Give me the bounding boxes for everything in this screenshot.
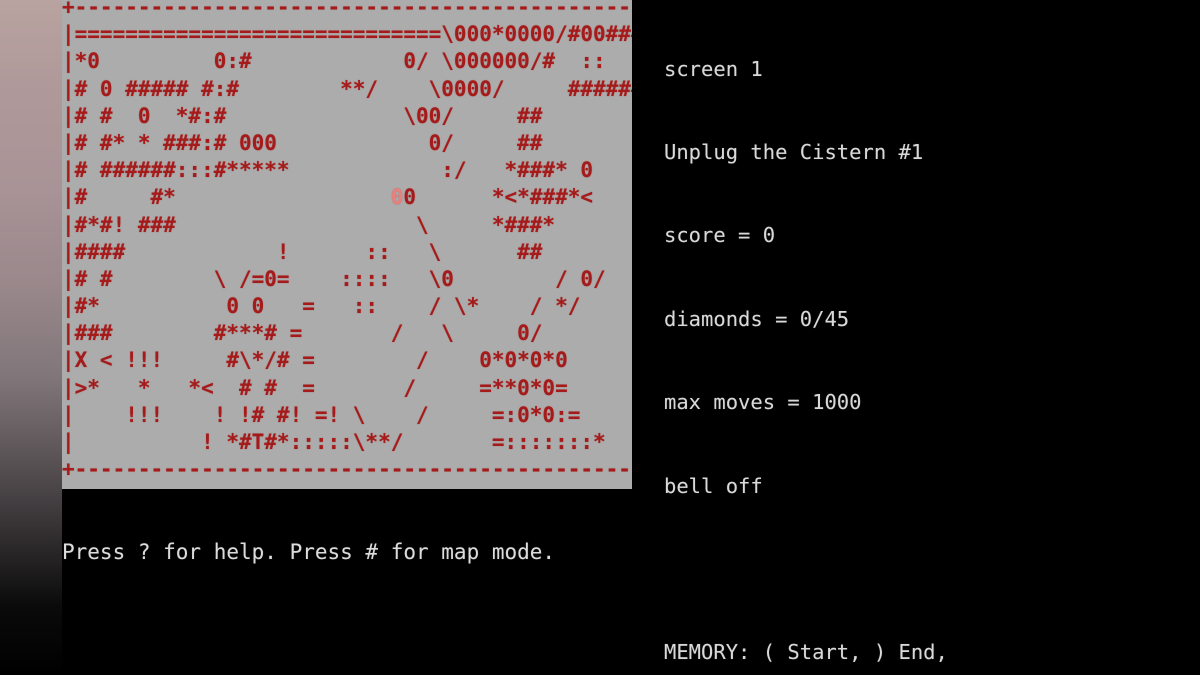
status-screen: screen 1 xyxy=(664,56,763,81)
status-bell: bell off xyxy=(664,473,763,498)
status-level-name: Unplug the Cistern #1 xyxy=(664,139,924,164)
status-score: score = 0 xyxy=(664,223,776,248)
game-map-panel[interactable]: +---------------------------------------… xyxy=(62,0,632,489)
map-row: |#### ! :: \ ## | xyxy=(62,239,632,264)
map-row: |### #***# = / \ 0/ | xyxy=(62,321,632,346)
status-panel: screen 1 Unplug the Cistern #1 score = 0… xyxy=(664,0,1134,675)
map-row: +---------------------------------------… xyxy=(62,0,632,19)
status-max-moves: max moves = 1000 xyxy=(664,390,862,415)
map-row: | ! *#T#*:::::\**/ =:::::::* | xyxy=(62,430,632,454)
map-row: |=============================\000*0000/… xyxy=(62,22,632,47)
map-row: |# # \ /=0= :::: \0 / 0/ | xyxy=(62,266,632,291)
help-bar: Press ? for help. Press # for map mode. xyxy=(62,540,556,564)
map-row: |#*#! ### \ *###* | xyxy=(62,212,632,237)
map-row: |# ######:::#***** :/ *###* 0 | xyxy=(62,158,632,183)
left-gradient-bar xyxy=(0,0,62,675)
map-row: +---------------------------------------… xyxy=(62,457,632,482)
game-screen: +---------------------------------------… xyxy=(0,0,1200,675)
status-spacer-1 xyxy=(664,556,1134,584)
map-row: |# 0 ##### #:# **/ \0000/ #######| xyxy=(62,76,632,101)
map-row: |*0 0:# 0/ \000000/# :: **#| xyxy=(62,49,632,74)
map-row: | !!! ! !# #! =! \ / =:0*0:= | xyxy=(62,402,632,427)
memory-header: MEMORY: ( Start, ) End, xyxy=(664,640,948,665)
map-row: |# #* * ###:# 000 0/ ## | xyxy=(62,130,632,155)
map-row: |# #* 00 *<*###*< | xyxy=(62,185,594,210)
map-row: |>* * *< # # = / =**0*0= | xyxy=(62,375,632,400)
map-row: |X < !!! #\*/# = / 0*0*0*0 | xyxy=(62,348,632,373)
map-row: |# # 0 *#:# \00/ ## | xyxy=(62,103,632,128)
map-row: |#* 0 0 = :: / \* / */ | xyxy=(62,294,632,319)
ascii-map-grid[interactable]: +---------------------------------------… xyxy=(62,0,632,483)
status-diamonds: diamonds = 0/45 xyxy=(664,306,850,331)
player-glyph: 0 xyxy=(390,185,404,210)
